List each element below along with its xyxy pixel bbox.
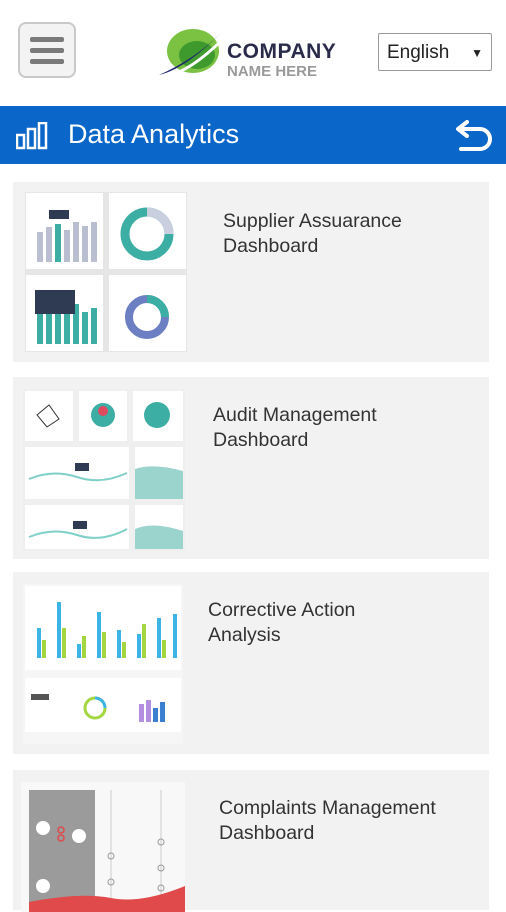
dashboard-thumbnail	[25, 192, 187, 352]
dashboard-card-corrective-action[interactable]: Corrective Action Analysis	[13, 572, 489, 754]
logo-name-here-text: NAME HERE	[227, 63, 318, 80]
card-title: Audit Management Dashboard	[213, 404, 377, 451]
dashboard-card-audit-management[interactable]: Audit Management Dashboard	[13, 377, 489, 559]
card-title: Corrective Action Analysis	[208, 599, 356, 646]
language-select[interactable]: English ▼	[378, 33, 492, 71]
bar-chart-icon	[16, 122, 48, 150]
company-logo: COMPANY NAME HERE	[155, 25, 345, 85]
card-title: Supplier Assuarance Dashboard	[223, 210, 402, 257]
dashboard-preview-image	[29, 790, 185, 912]
hamburger-line	[30, 59, 64, 64]
dashboard-card-complaints-management[interactable]: Complaints Management Dashboard	[13, 770, 489, 912]
section-header: Data Analytics	[0, 106, 506, 164]
language-selected-value: English	[387, 42, 450, 63]
dropdown-arrow-icon: ▼	[471, 46, 483, 60]
dashboard-preview-image	[25, 391, 183, 549]
card-title: Complaints Management Dashboard	[219, 797, 436, 844]
top-bar: COMPANY NAME HERE English ▼	[0, 0, 506, 106]
dashboard-preview-image	[26, 193, 186, 351]
page-title: Data Analytics	[68, 119, 240, 149]
logo-leaf-icon	[159, 29, 225, 79]
hamburger-line	[30, 48, 64, 53]
dashboard-preview-image	[25, 586, 181, 732]
dashboard-thumbnail	[23, 389, 185, 551]
menu-button[interactable]	[18, 22, 76, 78]
dashboard-card-supplier-assurance[interactable]: Supplier Assuarance Dashboard	[13, 182, 489, 362]
hamburger-line	[30, 37, 64, 42]
dashboard-thumbnail	[23, 584, 183, 744]
logo-company-text: COMPANY	[227, 40, 337, 63]
back-arrow-icon[interactable]	[453, 120, 493, 152]
dashboard-thumbnail	[21, 782, 185, 912]
